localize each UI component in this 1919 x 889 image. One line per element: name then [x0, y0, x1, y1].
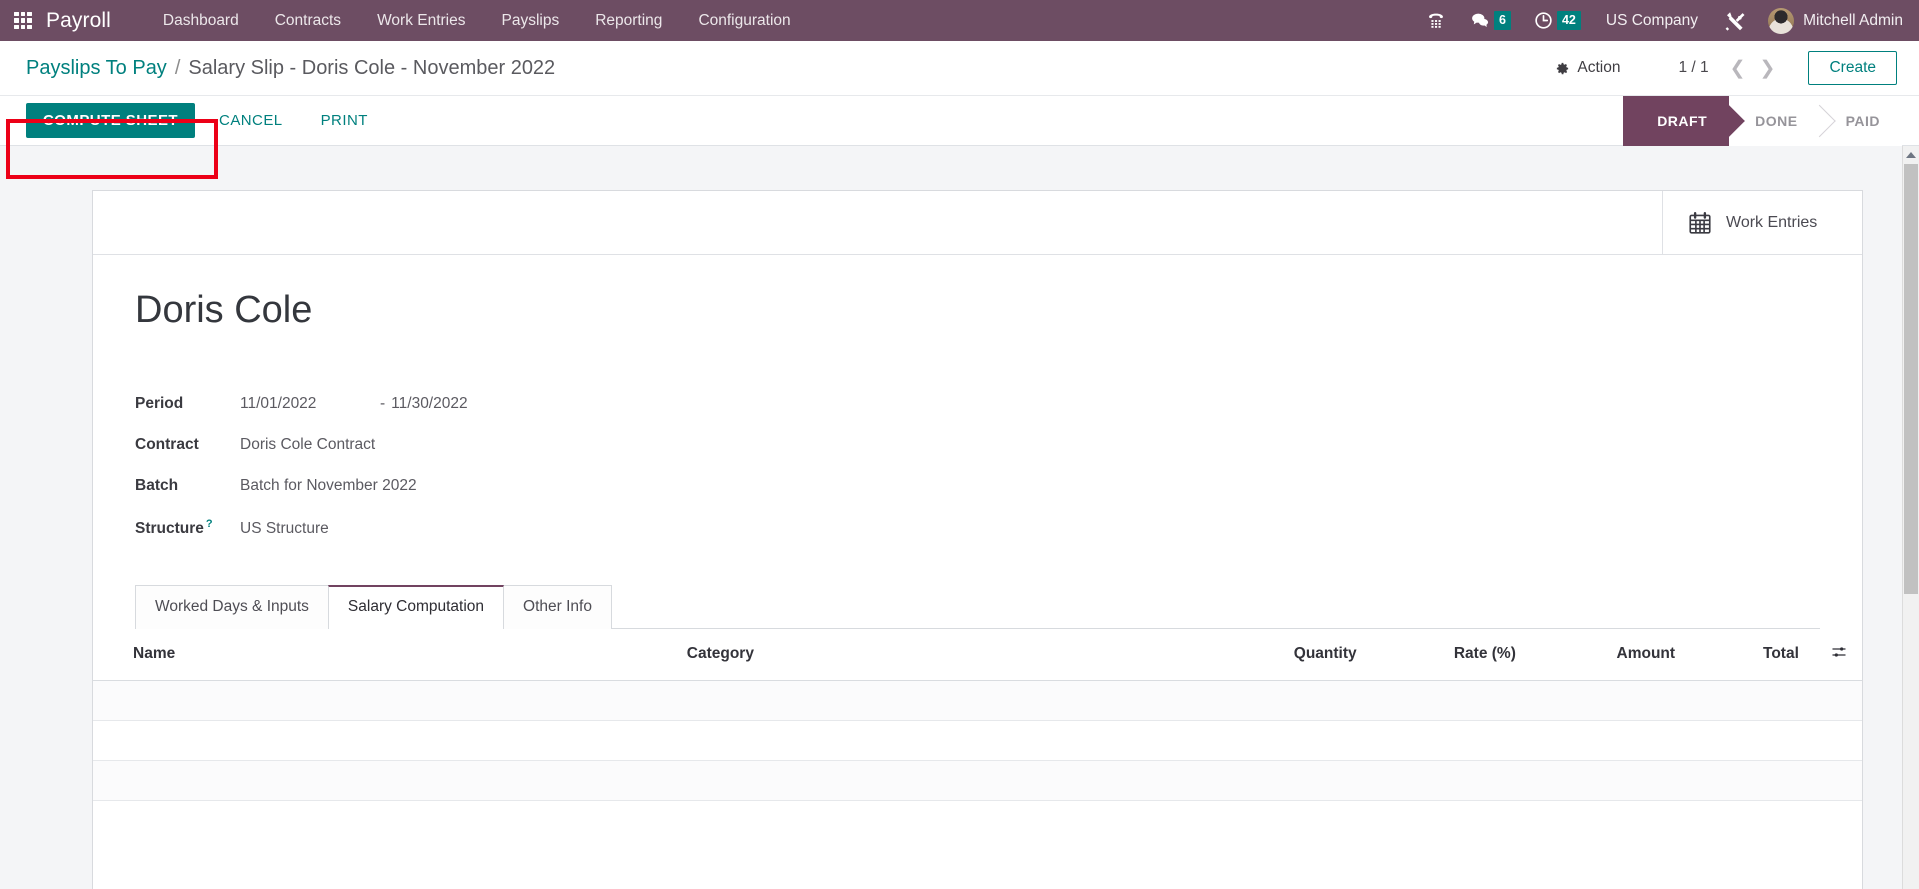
- field-row-contract: Contract Doris Cole Contract: [135, 436, 1820, 477]
- apps-grid-icon[interactable]: [14, 11, 32, 30]
- stat-button-label: Work Entries: [1726, 213, 1818, 231]
- menu-reporting[interactable]: Reporting: [577, 0, 680, 41]
- navbar-right-group: 6 42 US Company Mitchell Admin: [1414, 0, 1919, 41]
- cancel-button[interactable]: CANCEL: [205, 103, 297, 138]
- record-pager: 1 / 1: [1678, 59, 1709, 76]
- action-menu-button[interactable]: Action: [1543, 54, 1632, 82]
- salary-computation-table: Name Category Quantity Rate (%) Amount T…: [93, 628, 1862, 801]
- stat-button-box: Work Entries: [93, 191, 1862, 255]
- table-row-empty-cell: [93, 760, 1862, 801]
- action-label: Action: [1577, 59, 1621, 76]
- sheet-body: Doris Cole Period 11/01/2022 - 11/30/202…: [93, 255, 1862, 629]
- column-header-category[interactable]: Category: [676, 628, 1190, 681]
- compute-sheet-button[interactable]: COMPUTE SHEET: [26, 103, 196, 138]
- tab-worked-days-inputs[interactable]: Worked Days & Inputs: [135, 584, 329, 629]
- table-body: [93, 680, 1862, 801]
- scroll-up-arrow-icon[interactable]: [1903, 146, 1919, 163]
- record-sheet: Work Entries Doris Cole Period 11/01/202…: [92, 190, 1863, 889]
- field-group: Period 11/01/2022 - 11/30/2022 Contract …: [135, 395, 1820, 559]
- field-row-batch: Batch Batch for November 2022: [135, 477, 1820, 518]
- chevron-left-icon[interactable]: ❮: [1723, 59, 1753, 78]
- status-bar: DRAFT DONE PAID: [1623, 95, 1919, 146]
- menu-payslips[interactable]: Payslips: [484, 0, 578, 41]
- gear-icon: [1557, 62, 1569, 74]
- column-header-rate[interactable]: Rate (%): [1366, 628, 1526, 681]
- table-header: Name Category Quantity Rate (%) Amount T…: [93, 628, 1862, 681]
- table-row[interactable]: [93, 680, 1862, 721]
- create-button[interactable]: Create: [1808, 51, 1897, 85]
- field-value-period-to[interactable]: 11/30/2022: [391, 395, 467, 413]
- field-value-structure[interactable]: US Structure: [240, 520, 329, 538]
- menu-contracts[interactable]: Contracts: [257, 0, 359, 41]
- field-value-batch[interactable]: Batch for November 2022: [240, 477, 417, 495]
- phone-dialpad-icon[interactable]: [1414, 0, 1458, 41]
- table-header-row: Name Category Quantity Rate (%) Amount T…: [93, 628, 1862, 681]
- field-label-structure: Structure?: [135, 518, 240, 538]
- field-label-period: Period: [135, 394, 184, 412]
- page-title: Doris Cole: [135, 289, 313, 331]
- top-navbar: Payroll Dashboard Contracts Work Entries…: [0, 0, 1919, 41]
- tab-salary-computation[interactable]: Salary Computation: [327, 584, 505, 629]
- period-dash: -: [380, 394, 386, 412]
- column-header-quantity[interactable]: Quantity: [1189, 628, 1367, 681]
- column-header-total[interactable]: Total: [1685, 628, 1809, 681]
- form-view-content: Work Entries Doris Cole Period 11/01/202…: [0, 146, 1919, 889]
- field-row-period: Period 11/01/2022 - 11/30/2022: [135, 395, 1820, 436]
- breadcrumb-separator: /: [174, 56, 181, 79]
- table-row-empty-cell: [93, 680, 1862, 721]
- field-value-contract[interactable]: Doris Cole Contract: [240, 436, 375, 454]
- status-draft[interactable]: DRAFT: [1623, 95, 1730, 146]
- field-label-batch: Batch: [135, 476, 179, 494]
- tab-other-info[interactable]: Other Info: [503, 584, 612, 629]
- menu-dashboard[interactable]: Dashboard: [145, 0, 257, 41]
- field-label-contract: Contract: [135, 435, 199, 453]
- menu-configuration[interactable]: Configuration: [680, 0, 808, 41]
- control-panel-breadcrumb-row: Payslips To Pay / Salary Slip - Doris Co…: [0, 41, 1919, 96]
- field-row-structure: Structure? US Structure: [135, 518, 1820, 559]
- vertical-scrollbar[interactable]: [1902, 146, 1919, 889]
- print-button[interactable]: PRINT: [307, 103, 382, 138]
- optional-columns-toggle[interactable]: [1808, 628, 1862, 681]
- breadcrumb-current-record: Salary Slip - Doris Cole - November 2022: [188, 56, 556, 79]
- clock-icon: [1535, 12, 1552, 29]
- notebook-tabs: Worked Days & Inputs Salary Computation …: [135, 584, 1820, 629]
- calendar-icon: [1689, 211, 1711, 234]
- sliders-icon: [1832, 647, 1846, 657]
- company-switcher[interactable]: US Company: [1592, 12, 1712, 30]
- column-header-name[interactable]: Name: [93, 628, 677, 681]
- user-menu[interactable]: Mitchell Admin: [1758, 7, 1903, 34]
- structure-label-text: Structure: [135, 519, 204, 537]
- menu-work-entries[interactable]: Work Entries: [359, 0, 483, 41]
- control-panel-button-row: COMPUTE SHEET CANCEL PRINT DRAFT DONE PA…: [0, 95, 1919, 146]
- field-value-period-from[interactable]: 11/01/2022: [240, 395, 380, 413]
- chevron-right-icon[interactable]: ❯: [1753, 59, 1783, 78]
- column-header-amount[interactable]: Amount: [1525, 628, 1686, 681]
- breadcrumb-parent-payslips-to-pay[interactable]: Payslips To Pay: [26, 57, 167, 80]
- user-name: Mitchell Admin: [1803, 11, 1903, 29]
- table-row[interactable]: [93, 720, 1862, 761]
- activities-counter[interactable]: 42: [1522, 0, 1592, 41]
- messages-badge: 6: [1494, 10, 1511, 31]
- help-question-icon[interactable]: ?: [206, 518, 213, 530]
- app-brand-payroll[interactable]: Payroll: [46, 9, 111, 33]
- tools-icon[interactable]: [1712, 0, 1758, 41]
- table-row-empty-cell: [93, 720, 1862, 761]
- messages-counter[interactable]: 6: [1458, 0, 1522, 41]
- activities-badge: 42: [1556, 10, 1581, 31]
- control-panel-actions: Action 1 / 1 ❮ ❯ Create: [1543, 51, 1897, 85]
- stat-button-work-entries[interactable]: Work Entries: [1662, 191, 1862, 254]
- avatar: [1768, 7, 1795, 34]
- table-row[interactable]: [93, 760, 1862, 801]
- scrollbar-thumb[interactable]: [1904, 164, 1918, 594]
- chat-bubble-icon: [1472, 13, 1489, 27]
